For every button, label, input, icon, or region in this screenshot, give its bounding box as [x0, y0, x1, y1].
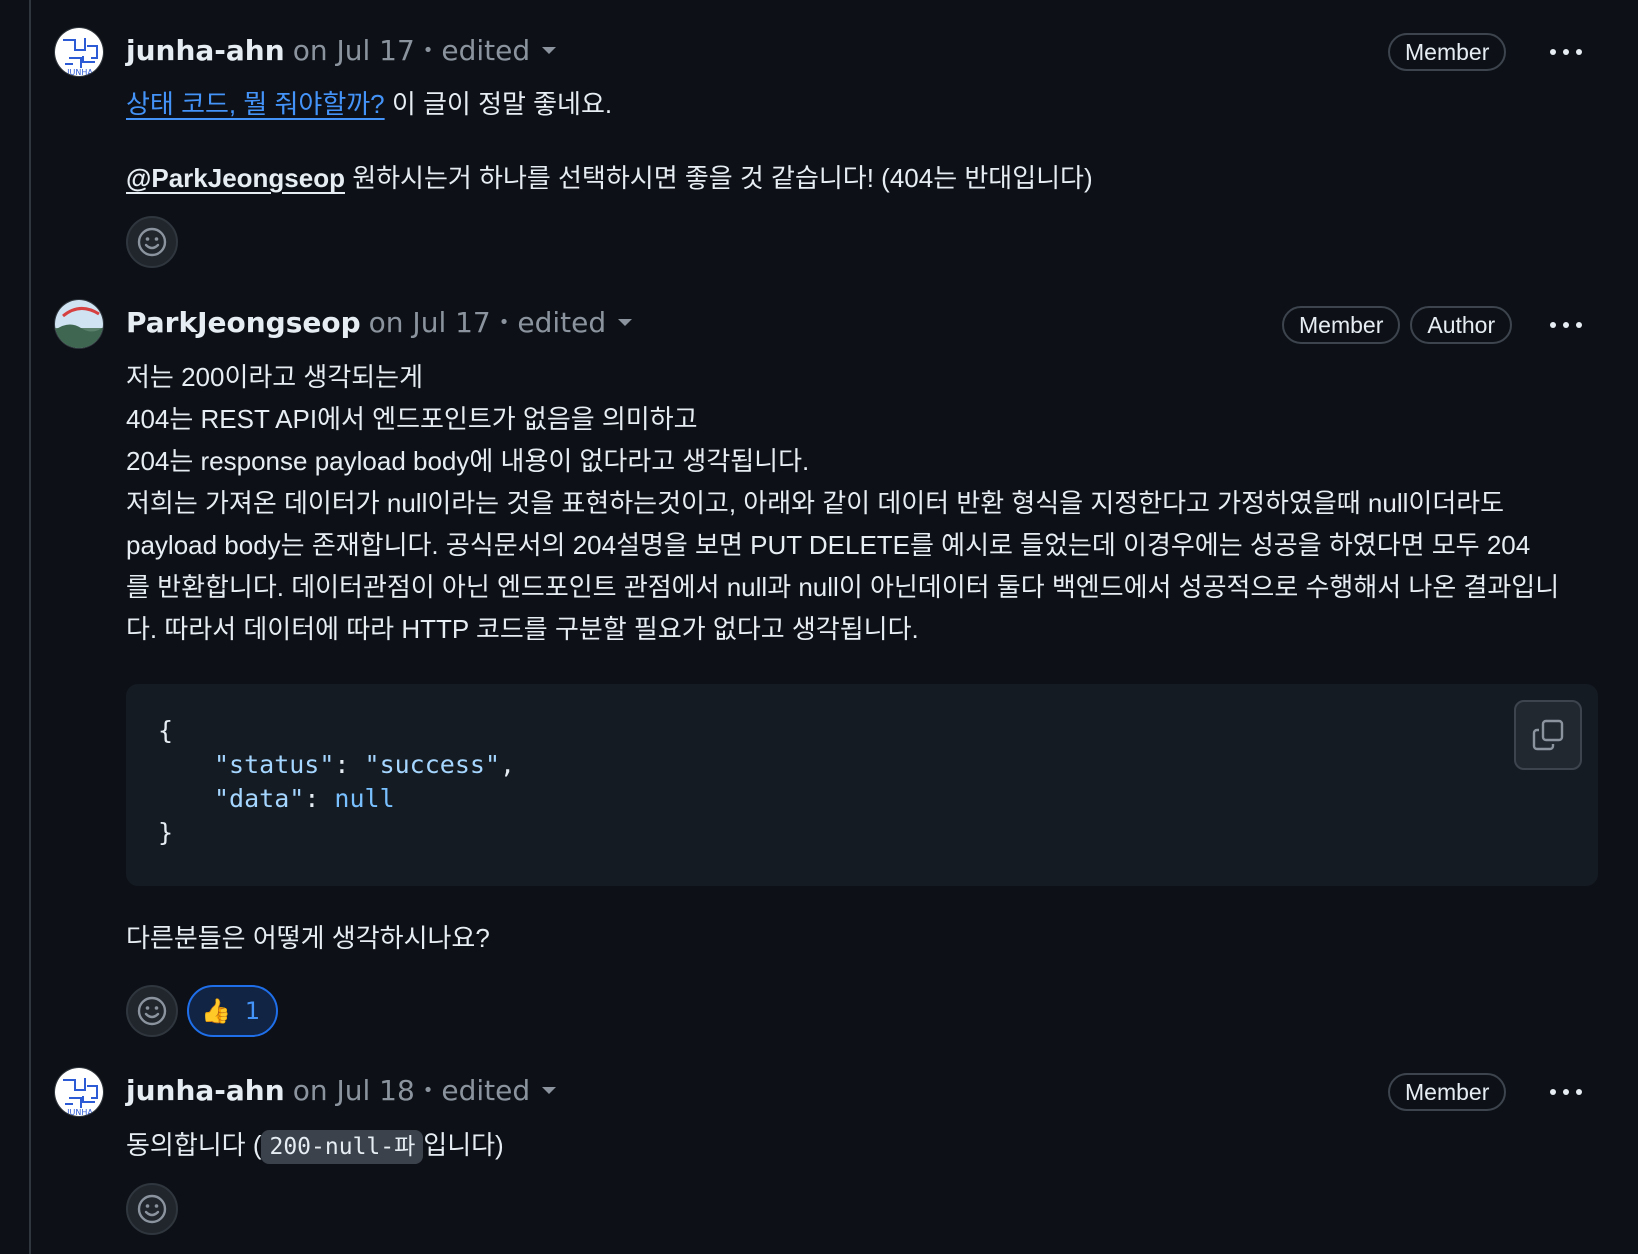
text: 동의합니다 ( — [126, 1130, 262, 1160]
code-line: } — [158, 818, 174, 847]
member-badge: Member — [1388, 33, 1507, 71]
add-reaction-button[interactable] — [126, 985, 178, 1037]
paragraph: @ParkJeongseop 원하시는거 하나를 선택하시면 좋을 것 같습니다… — [126, 157, 1093, 199]
kebab-horizontal-icon[interactable] — [1546, 310, 1586, 340]
code-key: "data" — [214, 784, 305, 813]
kebab-horizontal-icon[interactable] — [1546, 1077, 1586, 1107]
badges: Member — [1388, 1073, 1507, 1111]
svg-text:JUNHA: JUNHA — [66, 68, 93, 77]
text: 이 글이 정말 좋네요. — [384, 89, 613, 119]
triangle-down-icon[interactable] — [618, 318, 633, 326]
edited-label[interactable]: edited — [441, 34, 530, 67]
smiley-icon — [137, 227, 167, 257]
smiley-icon — [137, 1194, 167, 1224]
comment-body: 상태 코드, 뭘 줘야할까? 이 글이 정말 좋네요. @ParkJeongse… — [126, 83, 1093, 199]
edited-label[interactable]: edited — [517, 306, 606, 339]
separator-dot: • — [498, 311, 510, 333]
text-line: 저는 200이라고 생각되는게 — [126, 362, 424, 392]
text-line: 다. 따라서 데이터에 따라 HTTP 코드를 구분할 필요가 없다고 생각됩니… — [126, 614, 919, 644]
text-line: payload body는 존재합니다. 공식문서의 204설명을 보면 PUT… — [126, 530, 1531, 560]
triangle-down-icon[interactable] — [542, 1086, 557, 1094]
badges: Member — [1388, 33, 1507, 71]
thumbs-up-icon: 👍 — [201, 997, 231, 1025]
code-line: { — [158, 716, 174, 745]
member-badge: Member — [1388, 1073, 1507, 1111]
comment-body: 저는 200이라고 생각되는게 404는 REST API에서 엔드포인트가 없… — [126, 356, 1559, 650]
comment-body: 동의합니다 (200-null-파 입니다) — [126, 1124, 504, 1168]
smiley-icon — [137, 996, 167, 1026]
comment-header: ParkJeongseop on Jul 17 • edited — [126, 302, 633, 342]
edited-label[interactable]: edited — [441, 1074, 530, 1107]
avatar[interactable]: JUNHA — [54, 1067, 104, 1117]
text-line: 저희는 가져온 데이터가 null이라는 것을 표현하는것이고, 아래와 같이 … — [126, 488, 1505, 518]
comment-date[interactable]: on Jul 17 — [369, 306, 491, 339]
reaction-count: 1 — [244, 997, 261, 1025]
svg-text:JUNHA: JUNHA — [66, 1108, 93, 1117]
comment-header: junha-ahn on Jul 18 • edited — [126, 1070, 557, 1110]
triangle-down-icon[interactable] — [542, 46, 557, 54]
author-name[interactable]: junha-ahn — [126, 34, 285, 67]
post-link[interactable]: 상태 코드, 뭘 줘야할까? — [126, 89, 385, 119]
code-string: "success" — [364, 750, 500, 779]
code-key: "status" — [214, 750, 335, 779]
code-block[interactable]: { "status": "success", "data": null } — [126, 684, 1598, 886]
text-line: 404는 REST API에서 엔드포인트가 없음을 의미하고 — [126, 404, 698, 434]
thumbs-up-reaction[interactable]: 👍 1 — [187, 985, 279, 1037]
text: 입니다) — [423, 1130, 504, 1160]
avatar[interactable] — [54, 299, 104, 349]
member-badge: Member — [1282, 306, 1401, 344]
comment-date[interactable]: on Jul 18 — [293, 1074, 415, 1107]
code-keyword: null — [334, 784, 395, 813]
add-reaction-button[interactable] — [126, 1183, 178, 1235]
code-line: "status": "success", — [214, 750, 516, 779]
user-mention[interactable]: @ParkJeongseop — [126, 163, 345, 193]
avatar[interactable]: JUNHA — [54, 27, 104, 77]
timeline-line — [29, 0, 31, 1254]
text-line: 204는 response payload body에 내용이 없다라고 생각됩… — [126, 446, 810, 476]
author-badge: Author — [1410, 306, 1513, 344]
separator-dot: • — [422, 1079, 434, 1101]
copy-button[interactable] — [1514, 700, 1582, 770]
comment-date[interactable]: on Jul 17 — [293, 34, 415, 67]
author-name[interactable]: ParkJeongseop — [126, 306, 361, 339]
text-line: 다른분들은 어떻게 생각하시나요? — [126, 923, 490, 953]
copy-icon — [1532, 719, 1564, 751]
kebab-horizontal-icon[interactable] — [1546, 37, 1586, 67]
separator-dot: • — [422, 39, 434, 61]
badges: Member Author — [1282, 306, 1513, 344]
text-line: 를 반환합니다. 데이터관점이 아닌 엔드포인트 관점에서 null과 null… — [126, 572, 1560, 602]
comment-header: junha-ahn on Jul 17 • edited — [126, 30, 557, 70]
comment-body-closing: 다른분들은 어떻게 생각하시나요? — [126, 917, 490, 959]
code-line: "data": null — [214, 784, 395, 813]
inline-code: 200-null-파 — [261, 1130, 424, 1164]
paragraph: 동의합니다 (200-null-파 입니다) — [126, 1124, 504, 1168]
paragraph: 상태 코드, 뭘 줘야할까? 이 글이 정말 좋네요. — [126, 83, 1093, 125]
text: 원하시는거 하나를 선택하시면 좋을 것 같습니다! (404는 반대입니다) — [344, 163, 1093, 193]
add-reaction-button[interactable] — [126, 216, 178, 268]
author-name[interactable]: junha-ahn — [126, 1074, 285, 1107]
